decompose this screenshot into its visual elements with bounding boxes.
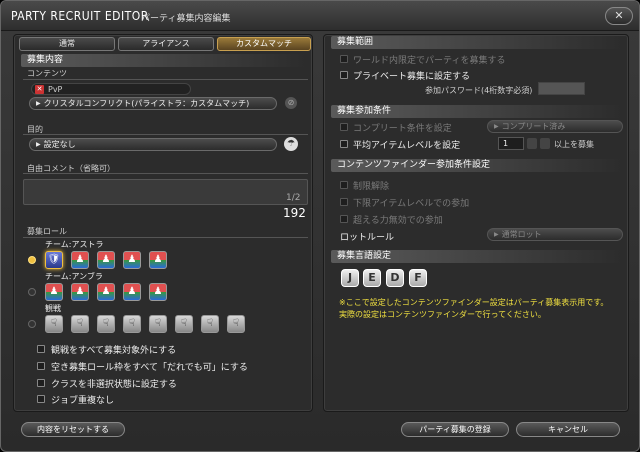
team-astra-radio[interactable]	[28, 256, 36, 264]
password-input[interactable]	[538, 82, 585, 95]
min-ilvl-checkbox[interactable]	[340, 198, 348, 206]
comment-textbox[interactable]	[23, 179, 308, 205]
avg-item-level-suffix: 以上を募集	[554, 140, 594, 149]
close-icon[interactable]: ✕	[605, 7, 633, 25]
register-button[interactable]: パーティ募集の登録	[401, 422, 509, 437]
any-role-icon[interactable]: ☟	[97, 315, 115, 333]
unrestricted-checkbox[interactable]	[340, 181, 348, 189]
tank-role-icon[interactable]: 🛡	[45, 251, 63, 269]
empty-roles-any-checkbox[interactable]	[37, 362, 45, 370]
language-j-button[interactable]: J	[341, 269, 359, 287]
no-duplicate-jobs-checkbox[interactable]	[37, 395, 45, 403]
complete-checkbox[interactable]	[340, 123, 348, 131]
tab-custom-match[interactable]: カスタムマッチ	[217, 37, 311, 51]
reset-button[interactable]: 内容をリセットする	[21, 422, 125, 437]
complete-label: コンプリート条件を設定	[353, 124, 452, 134]
window-subtitle: パーティ募集内容編集	[141, 14, 231, 24]
multi-role-icon[interactable]: ♟	[97, 251, 115, 269]
avg-item-level-input[interactable]: 1	[498, 137, 524, 150]
tab-alliance[interactable]: アライアンス	[118, 37, 214, 51]
empty-roles-any-label: 空き募集ロール枠をすべて「だれでも可」にする	[51, 363, 248, 373]
spectator-exclude-checkbox[interactable]	[37, 345, 45, 353]
cancel-button[interactable]: キャンセル	[516, 422, 620, 437]
cf-conditions-heading: コンテンツファインダー参加条件設定	[331, 159, 623, 172]
multi-role-icon[interactable]: ♟	[45, 283, 63, 301]
multi-role-icon[interactable]: ♟	[149, 251, 167, 269]
recruit-range-heading: 募集範囲	[331, 36, 623, 49]
echo-off-label: 超える力無効での参加	[353, 216, 443, 226]
any-role-icon[interactable]: ☟	[71, 315, 89, 333]
any-role-icon[interactable]: ☟	[175, 315, 193, 333]
multi-role-icon[interactable]: ♟	[123, 251, 141, 269]
complete-dropdown[interactable]: コンプリート済み	[487, 120, 623, 133]
any-role-icon[interactable]: ☟	[201, 315, 219, 333]
language-f-button[interactable]: F	[409, 269, 427, 287]
class-unselected-label: クラスを非選択状態に設定する	[51, 380, 177, 390]
world-only-label: ワールド内限定でパーティを募集する	[353, 56, 506, 66]
loot-rule-label: ロットルール	[340, 233, 395, 243]
any-role-icon[interactable]: ☟	[149, 315, 167, 333]
recruit-content-heading: 募集内容	[21, 54, 307, 67]
private-recruit-label: プライベート募集に設定する	[353, 72, 471, 82]
avg-item-level-checkbox[interactable]	[340, 140, 348, 148]
pvp-label: PvP	[48, 85, 63, 94]
team-umbra-label: チーム:アンブラ	[45, 272, 103, 281]
multi-role-icon[interactable]: ♟	[123, 283, 141, 301]
loot-rule-dropdown[interactable]: 通常ロット	[487, 228, 623, 241]
divider	[23, 237, 308, 238]
language-d-button[interactable]: D	[386, 269, 404, 287]
spectator-exclude-label: 観戦をすべて募集対象外にする	[51, 346, 177, 356]
password-label: 参加パスワード(4桁数字必須)	[425, 86, 533, 95]
title-bar: PARTY RECRUIT EDITOR パーティ募集内容編集 ✕	[1, 1, 639, 31]
purpose-dropdown[interactable]: 設定なし	[29, 138, 277, 151]
comment-page-indicator: 1/2	[286, 193, 301, 203]
umbrella-icon[interactable]: ☂	[284, 137, 298, 151]
content-dropdown[interactable]: クリスタルコンフリクト(パライストラ：カスタムマッチ)	[29, 97, 277, 110]
conditions-heading: 募集参加条件	[331, 105, 623, 118]
unrestricted-label: 制限解除	[353, 182, 390, 192]
divider	[23, 173, 308, 174]
min-ilvl-label: 下限アイテムレベルでの参加	[353, 199, 470, 209]
divider	[23, 79, 308, 80]
team-umbra-radio[interactable]	[28, 288, 36, 296]
class-unselected-checkbox[interactable]	[37, 379, 45, 387]
team-astra-label: チーム:アストラ	[45, 240, 104, 249]
content-label: コンテンツ	[27, 69, 67, 78]
cf-note-line2: 実際の設定はコンテンツファインダーで行ってください。	[339, 310, 546, 319]
spectator-label: 観戦	[45, 304, 61, 313]
divider	[23, 134, 308, 135]
pvp-icon: ✕	[35, 85, 44, 94]
avg-item-level-value: 1	[503, 139, 509, 148]
multi-role-icon[interactable]: ♟	[149, 283, 167, 301]
avg-item-level-label: 平均アイテムレベルを設定	[353, 141, 461, 151]
comment-char-count: 192	[283, 206, 306, 220]
multi-role-icon[interactable]: ♟	[71, 283, 89, 301]
window-title: PARTY RECRUIT EDITOR	[11, 9, 149, 23]
multi-role-icon[interactable]: ♟	[71, 251, 89, 269]
no-duplicate-jobs-label: ジョブ重複なし	[51, 396, 115, 406]
any-role-icon[interactable]: ☟	[123, 315, 141, 333]
link-icon[interactable]: ⊘	[285, 97, 297, 109]
party-recruit-editor-window: PARTY RECRUIT EDITOR パーティ募集内容編集 ✕ 通常 アライ…	[0, 0, 640, 452]
world-only-checkbox[interactable]	[340, 55, 348, 63]
spectator-radio[interactable]	[28, 320, 36, 328]
tab-normal[interactable]: 通常	[19, 37, 115, 51]
pvp-tag: ✕ PvP	[31, 83, 191, 95]
roles-label: 募集ロール	[27, 227, 67, 236]
private-recruit-checkbox[interactable]	[340, 71, 348, 79]
language-heading: 募集言語設定	[331, 250, 623, 263]
echo-off-checkbox[interactable]	[340, 215, 348, 223]
language-e-button[interactable]: E	[363, 269, 381, 287]
any-role-icon[interactable]: ☟	[45, 315, 63, 333]
any-role-icon[interactable]: ☟	[227, 315, 245, 333]
cf-note-line1: ※ここで設定したコンテンツファインダー設定はパーティ募集表示用です。	[339, 298, 609, 307]
multi-role-icon[interactable]: ♟	[97, 283, 115, 301]
stepper-down-icon[interactable]	[527, 138, 537, 149]
stepper-up-icon[interactable]	[540, 138, 550, 149]
